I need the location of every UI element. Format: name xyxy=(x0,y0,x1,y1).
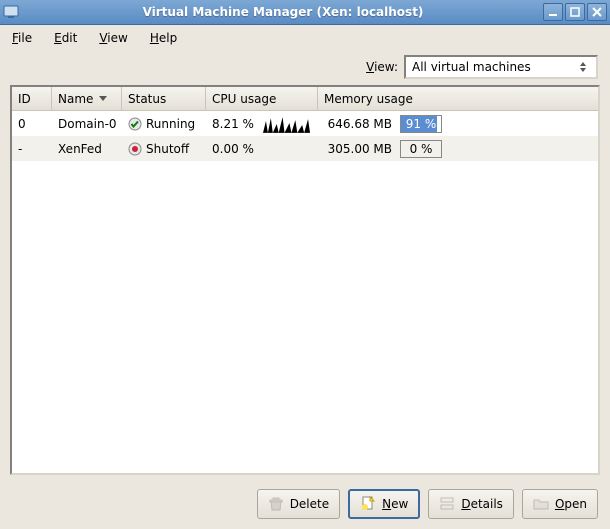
cpu-sparkline xyxy=(263,115,312,133)
new-button[interactable]: New xyxy=(348,489,420,519)
window-title: Virtual Machine Manager (Xen: localhost) xyxy=(23,5,543,19)
memory-bar: 0 % xyxy=(400,140,442,158)
cell-name: Domain-0 xyxy=(52,113,122,135)
table-row[interactable]: 0Domain-0Running8.21 %646.68 MB91 % xyxy=(12,111,598,136)
combo-spinner-icon xyxy=(580,59,592,75)
open-label: Open xyxy=(555,497,587,511)
menu-edit[interactable]: Edit xyxy=(50,29,81,47)
sort-desc-icon xyxy=(99,96,107,101)
delete-label: Delete xyxy=(290,497,329,511)
details-button[interactable]: Details xyxy=(428,489,514,519)
view-toolbar: View: All virtual machines xyxy=(0,51,610,85)
menubar: File Edit View Help xyxy=(0,25,610,51)
cell-cpu: 0.00 % xyxy=(206,136,318,162)
col-header-name[interactable]: Name xyxy=(52,87,122,110)
shutoff-icon xyxy=(128,142,142,156)
menu-view[interactable]: View xyxy=(95,29,131,47)
details-label: Details xyxy=(461,497,503,511)
new-document-icon xyxy=(360,496,376,512)
col-header-mem[interactable]: Memory usage xyxy=(318,87,598,110)
table-row[interactable]: -XenFedShutoff0.00 %305.00 MB0 % xyxy=(12,136,598,161)
cell-mem: 646.68 MB91 % xyxy=(318,111,598,137)
cell-cpu: 8.21 % xyxy=(206,111,318,137)
titlebar: Virtual Machine Manager (Xen: localhost) xyxy=(0,0,610,25)
new-label: New xyxy=(382,497,408,511)
footer-toolbar: Delete New Details Open xyxy=(0,483,610,529)
table-body: 0Domain-0Running8.21 %646.68 MB91 %-XenF… xyxy=(12,111,598,473)
menu-help[interactable]: Help xyxy=(146,29,181,47)
col-header-id[interactable]: ID xyxy=(12,87,52,110)
cell-id: - xyxy=(12,138,52,160)
cell-status: Running xyxy=(122,113,206,135)
memory-bar: 91 % xyxy=(400,115,442,133)
vm-table: ID Name Status CPU usage Memory usage 0D… xyxy=(10,85,600,475)
running-icon xyxy=(128,117,142,131)
maximize-button[interactable] xyxy=(565,3,585,21)
cell-status: Shutoff xyxy=(122,138,206,160)
menu-file[interactable]: File xyxy=(8,29,36,47)
delete-button[interactable]: Delete xyxy=(257,489,340,519)
col-header-status[interactable]: Status xyxy=(122,87,206,110)
cell-name: XenFed xyxy=(52,138,122,160)
view-label: View: xyxy=(366,60,398,74)
trash-icon xyxy=(268,496,284,512)
open-folder-icon xyxy=(533,496,549,512)
open-button[interactable]: Open xyxy=(522,489,598,519)
table-header: ID Name Status CPU usage Memory usage xyxy=(12,87,598,111)
close-button[interactable] xyxy=(587,3,607,21)
minimize-button[interactable] xyxy=(543,3,563,21)
app-icon xyxy=(3,4,19,20)
cell-mem: 305.00 MB0 % xyxy=(318,136,598,162)
cell-id: 0 xyxy=(12,113,52,135)
details-icon xyxy=(439,496,455,512)
view-combo-value: All virtual machines xyxy=(412,60,531,74)
view-combo[interactable]: All virtual machines xyxy=(404,55,598,79)
col-header-cpu[interactable]: CPU usage xyxy=(206,87,318,110)
